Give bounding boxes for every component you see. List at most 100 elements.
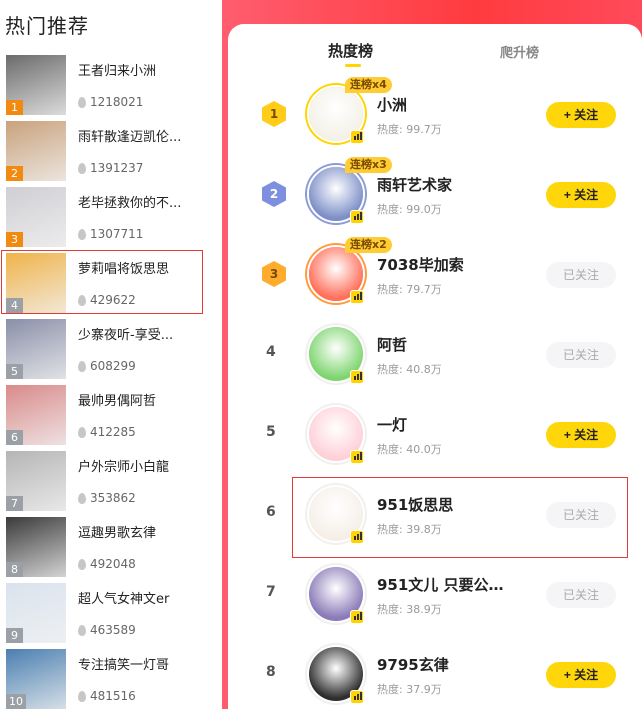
thumbnail[interactable]: 10	[6, 649, 66, 709]
level-bars-icon	[350, 210, 364, 224]
ranking-list: 1 连榜x4 小洲 热度: 99.7万 + 关注 2 连榜x3 雨轩艺术家 热度: 99.0万 +…	[228, 76, 642, 709]
list-item[interactable]: 7 户外宗师小白龍 353862	[0, 448, 222, 514]
ranking-row[interactable]: 8 9795玄律热度: 37.9万 + 关注	[228, 636, 642, 709]
flame-icon	[78, 624, 86, 636]
count-value: 463589	[90, 623, 136, 637]
rank-badge: 2	[6, 166, 23, 181]
item-title[interactable]: 雨轩散逢迈凯伦...	[78, 126, 218, 145]
item-title[interactable]: 王者归来小洲	[78, 60, 218, 79]
rank-badge: 6	[6, 430, 23, 445]
item-title[interactable]: 户外宗师小白龍	[78, 456, 218, 475]
streamer-name[interactable]: 小洲	[377, 94, 407, 115]
item-title[interactable]: 超人气女神文er	[78, 588, 218, 607]
thumbnail[interactable]: 3	[6, 187, 66, 247]
rank-number: 7	[266, 584, 276, 600]
ranking-row[interactable]: 7 951文儿 只要公… 热度: 38.9万 已关注	[228, 556, 642, 636]
streamer-name[interactable]: 阿哲	[377, 334, 407, 355]
popularity-count: 1391237	[78, 161, 143, 175]
thumbnail[interactable]: 5	[6, 319, 66, 379]
list-item[interactable]: 10 专注搞笑一灯哥 481516	[0, 646, 222, 709]
rank-medal-icon: 1	[262, 101, 286, 127]
streamer-name[interactable]: 7038毕加索	[377, 254, 464, 275]
follow-button[interactable]: + 关注	[546, 662, 616, 688]
level-bars-icon	[350, 450, 364, 464]
thumbnail[interactable]: 7	[6, 451, 66, 511]
flame-icon	[78, 558, 86, 570]
count-value: 1391237	[90, 161, 144, 175]
count-value: 1218021	[90, 95, 144, 109]
popularity-count: 608299	[78, 359, 136, 373]
rank-number: 1	[269, 107, 279, 121]
thumbnail[interactable]: 8	[6, 517, 66, 577]
rank-badge: 5	[6, 364, 23, 379]
heat-value: 热度: 99.0万	[377, 203, 442, 216]
item-title[interactable]: 逗趣男歌玄律	[78, 522, 218, 541]
rank-medal-icon: 3	[262, 261, 286, 287]
followed-button[interactable]: 已关注	[546, 342, 616, 368]
streak-badge: 连榜x3	[345, 157, 392, 173]
streak-badge: 连榜x4	[345, 77, 392, 93]
popularity-count: 1218021	[78, 95, 143, 109]
list-item[interactable]: 6 最帅男偶阿哲 412285	[0, 382, 222, 448]
level-bars-icon	[350, 610, 364, 624]
list-item[interactable]: 5 少寨夜听-享受... 608299	[0, 316, 222, 382]
streamer-name[interactable]: 一灯	[377, 414, 407, 435]
count-value: 1307711	[90, 227, 144, 241]
thumbnail[interactable]: 6	[6, 385, 66, 445]
rank-number: 8	[266, 664, 276, 680]
heat-value: 热度: 99.7万	[377, 123, 442, 136]
count-value: 492048	[90, 557, 136, 571]
rank-badge: 1	[6, 100, 23, 115]
flame-icon	[78, 426, 86, 438]
followed-button[interactable]: 已关注	[546, 262, 616, 288]
heat-value: 热度: 79.7万	[377, 283, 442, 296]
item-title[interactable]: 专注搞笑一灯哥	[78, 654, 218, 673]
list-item[interactable]: 8 逗趣男歌玄律 492048	[0, 514, 222, 580]
thumbnail[interactable]: 2	[6, 121, 66, 181]
popularity-count: 463589	[78, 623, 136, 637]
count-value: 481516	[90, 689, 136, 703]
item-title[interactable]: 老毕拯救你的不...	[78, 192, 218, 211]
heat-value: 热度: 40.0万	[377, 443, 442, 456]
ranking-row[interactable]: 3 连榜x2 7038毕加索 热度: 79.7万 已关注	[228, 236, 642, 316]
streamer-name[interactable]: 9795玄律	[377, 654, 449, 675]
level-bars-icon	[350, 130, 364, 144]
tab-rise-ranking[interactable]: 爬升榜	[500, 42, 539, 61]
ranking-row[interactable]: 2 连榜x3 雨轩艺术家 热度: 99.0万 + 关注	[228, 156, 642, 236]
followed-button[interactable]: 已关注	[546, 582, 616, 608]
ranking-row[interactable]: 4 阿哲 热度: 40.8万 已关注	[228, 316, 642, 396]
count-value: 608299	[90, 359, 136, 373]
list-item[interactable]: 1 王者归来小洲 1218021	[0, 52, 222, 118]
flame-icon	[78, 690, 86, 702]
flame-icon	[78, 492, 86, 504]
item-title[interactable]: 最帅男偶阿哲	[78, 390, 218, 409]
tab-hot-ranking[interactable]: 热度榜	[328, 40, 373, 61]
list-item[interactable]: 2 雨轩散逢迈凯伦... 1391237	[0, 118, 222, 184]
ranking-panel: 热度榜 爬升榜 1 连榜x4 小洲 热度: 99.7万 + 关注 2 连榜x3 雨轩艺术家 热度…	[222, 0, 642, 709]
tab-active-indicator	[345, 64, 361, 67]
flame-icon	[78, 228, 86, 240]
thumbnail[interactable]: 1	[6, 55, 66, 115]
rank-badge: 7	[6, 496, 23, 511]
thumbnail[interactable]: 9	[6, 583, 66, 643]
rank-number: 4	[266, 344, 276, 360]
hot-recommend-panel: 热门推荐 1 王者归来小洲 1218021 2 雨轩散逢迈凯伦... 1391237 3 老毕…	[0, 0, 222, 709]
level-bars-icon	[350, 290, 364, 304]
popularity-count: 353862	[78, 491, 136, 505]
streamer-name[interactable]: 雨轩艺术家	[377, 174, 452, 195]
rank-badge: 8	[6, 562, 23, 577]
follow-button[interactable]: + 关注	[546, 182, 616, 208]
popularity-count: 1307711	[78, 227, 143, 241]
ranking-row[interactable]: 1 连榜x4 小洲热度: 99.7万 + 关注	[228, 76, 642, 156]
follow-button[interactable]: + 关注	[546, 102, 616, 128]
list-item[interactable]: 3 老毕拯救你的不... 1307711	[0, 184, 222, 250]
flame-icon	[78, 162, 86, 174]
ranking-card: 热度榜 爬升榜 1 连榜x4 小洲 热度: 99.7万 + 关注 2 连榜x3 雨轩艺术家 热度…	[228, 24, 642, 709]
streamer-name[interactable]: 951文儿 只要公…	[377, 574, 504, 595]
list-item[interactable]: 9 超人气女神文er 463589	[0, 580, 222, 646]
item-title[interactable]: 少寨夜听-享受...	[78, 324, 218, 343]
heat-value: 热度: 37.9万	[377, 683, 442, 696]
ranking-row[interactable]: 5 一灯 热度: 40.0万 + 关注	[228, 396, 642, 476]
panel-title: 热门推荐	[5, 14, 89, 38]
follow-button[interactable]: + 关注	[546, 422, 616, 448]
